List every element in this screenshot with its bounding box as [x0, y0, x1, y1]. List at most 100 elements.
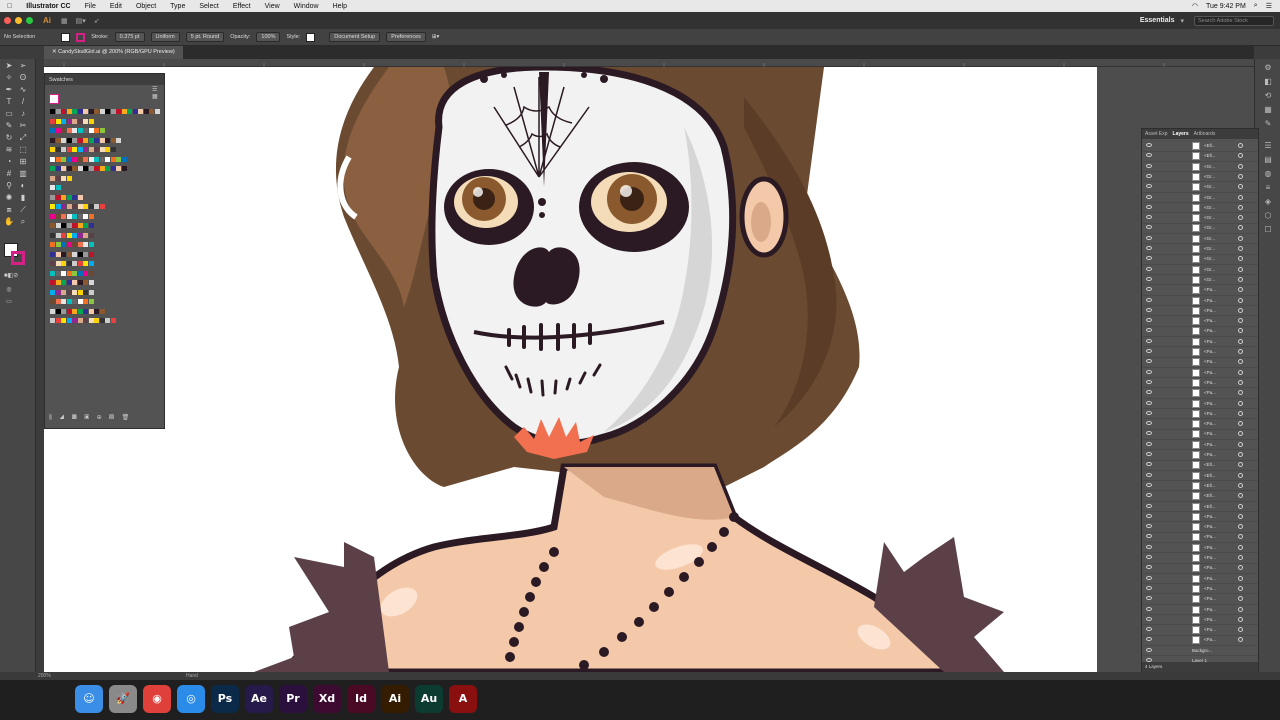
swatch-chip[interactable] [77, 299, 83, 304]
layer-name[interactable]: <Pa... [1204, 565, 1216, 570]
swatch-chip[interactable] [50, 232, 55, 238]
swatch-chip[interactable] [72, 280, 77, 285]
target-icon[interactable] [1238, 173, 1243, 179]
target-icon[interactable] [1238, 163, 1243, 169]
visibility-eye-icon[interactable] [1146, 482, 1152, 487]
swatch-chip[interactable] [61, 213, 66, 219]
swatch-chip[interactable] [55, 280, 61, 285]
target-icon[interactable] [1238, 143, 1243, 148]
swatch-chip[interactable] [55, 251, 61, 257]
perspective-grid-tool-icon[interactable]: ⊞ [18, 157, 28, 167]
swatch-chip[interactable] [61, 137, 66, 143]
layer-name[interactable]: <Ell... [1204, 153, 1215, 158]
target-icon[interactable] [1238, 328, 1243, 334]
swatch-chip[interactable] [88, 232, 94, 238]
swatch-chip[interactable] [77, 261, 83, 266]
layer-row[interactable]: <Pa... [1142, 357, 1258, 368]
document-setup-button[interactable]: Document Setup [329, 32, 381, 42]
layer-name[interactable]: Backgro... [1192, 648, 1212, 653]
swatch-chip[interactable] [77, 232, 83, 238]
swatch-chip[interactable] [61, 299, 66, 304]
shape-builder-tool-icon[interactable]: ◔ [4, 157, 14, 167]
layer-name[interactable]: <Gr... [1204, 277, 1215, 282]
menu-effect[interactable]: Effect [226, 3, 258, 10]
lasso-tool-icon[interactable]: ʘ [18, 73, 28, 83]
current-tool-status[interactable]: Hand [186, 673, 198, 679]
layer-row[interactable]: <Ell... [1142, 151, 1258, 162]
layer-name[interactable]: <Pa... [1204, 339, 1216, 344]
swatch-chip[interactable] [88, 261, 94, 266]
visibility-eye-icon[interactable] [1146, 163, 1152, 168]
menu-select[interactable]: Select [192, 3, 225, 10]
swatch-chip[interactable] [50, 318, 55, 323]
layer-name[interactable]: <Ell... [1204, 483, 1215, 488]
target-icon[interactable] [1238, 379, 1243, 385]
layer-row[interactable]: <Ell... [1142, 502, 1258, 512]
target-icon[interactable] [1238, 256, 1243, 262]
swatch-chip[interactable] [50, 213, 55, 219]
swatch-chip[interactable] [55, 213, 61, 219]
swatch-chip[interactable] [105, 109, 110, 114]
swatch-chip[interactable] [55, 175, 61, 181]
swatch-chip[interactable] [66, 289, 72, 295]
opacity-input[interactable]: 100% [256, 32, 281, 42]
bridge-icon[interactable]: ▦ [61, 17, 68, 25]
swatch-chip[interactable] [50, 289, 55, 295]
layer-name[interactable]: <Gr... [1204, 225, 1215, 230]
target-icon[interactable] [1238, 246, 1243, 251]
target-icon[interactable] [1238, 390, 1243, 396]
swatch-chip[interactable] [55, 118, 61, 124]
swatch-chip[interactable] [66, 204, 72, 209]
swatch-chip[interactable] [50, 223, 55, 228]
visibility-eye-icon[interactable] [1146, 266, 1152, 271]
swatch-chip[interactable] [105, 137, 110, 143]
target-icon[interactable] [1238, 215, 1243, 221]
layer-row[interactable]: <Pa... [1142, 543, 1258, 554]
swatch-chip[interactable] [99, 204, 105, 209]
swatch-chip[interactable] [55, 194, 61, 200]
swatch-chip[interactable] [105, 166, 110, 171]
visibility-eye-icon[interactable] [1146, 307, 1152, 312]
visibility-eye-icon[interactable] [1146, 204, 1152, 209]
swatch-chip[interactable] [66, 213, 72, 219]
swatch-chip[interactable] [50, 128, 55, 133]
top-level-layer-row[interactable]: Backgro... [1142, 646, 1258, 657]
swatch-chip[interactable] [50, 194, 55, 200]
swatch-chip[interactable] [72, 213, 77, 219]
document-tab[interactable]: ✕ CandySkullGirl.ai @ 200% (RGB/GPU Prev… [44, 46, 183, 59]
swatch-chip[interactable] [77, 242, 83, 247]
layer-row[interactable]: <Pa... [1142, 594, 1258, 605]
swatch-chip[interactable] [61, 118, 66, 124]
swatch-chip[interactable] [143, 109, 149, 114]
stock-search-input[interactable]: Search Adobe Stock [1194, 15, 1274, 26]
layer-row[interactable]: <Pa... [1142, 512, 1258, 523]
panel-icon-8[interactable]: ◍ [1263, 169, 1273, 179]
swatch-chip[interactable] [77, 289, 83, 295]
artboard-tool-icon[interactable]: ⧈ [4, 205, 14, 215]
stroke-swatch[interactable] [76, 32, 86, 42]
swatch-chip[interactable] [88, 251, 94, 257]
swatch-chip[interactable] [83, 261, 88, 266]
visibility-eye-icon[interactable] [1146, 184, 1152, 189]
visibility-eye-icon[interactable] [1146, 513, 1152, 518]
layer-name[interactable]: <Pa... [1204, 359, 1216, 364]
swatch-chip[interactable] [72, 251, 77, 257]
swatch-chip[interactable] [72, 232, 77, 238]
target-icon[interactable] [1238, 338, 1243, 344]
zoom-tool-icon[interactable]: ⌕ [18, 217, 28, 227]
visibility-eye-icon[interactable] [1146, 616, 1152, 621]
swatch-chip[interactable] [110, 147, 116, 152]
swatch-chip[interactable] [55, 109, 61, 114]
layer-name[interactable]: <Pa... [1204, 617, 1216, 622]
swatch-chip[interactable] [99, 128, 105, 133]
swatch-chip[interactable] [110, 156, 116, 162]
swatch-chip[interactable] [116, 137, 121, 143]
swatch-chip[interactable] [55, 166, 61, 171]
swatch-chip[interactable] [88, 213, 94, 219]
layer-row[interactable]: <Pa... [1142, 316, 1258, 327]
layer-name[interactable]: <Gr... [1204, 236, 1215, 241]
swatch-chip[interactable] [105, 147, 110, 152]
swatch-chip[interactable] [99, 308, 105, 314]
layer-name[interactable]: <Gr... [1204, 195, 1215, 200]
swatch-chip[interactable] [121, 109, 127, 114]
